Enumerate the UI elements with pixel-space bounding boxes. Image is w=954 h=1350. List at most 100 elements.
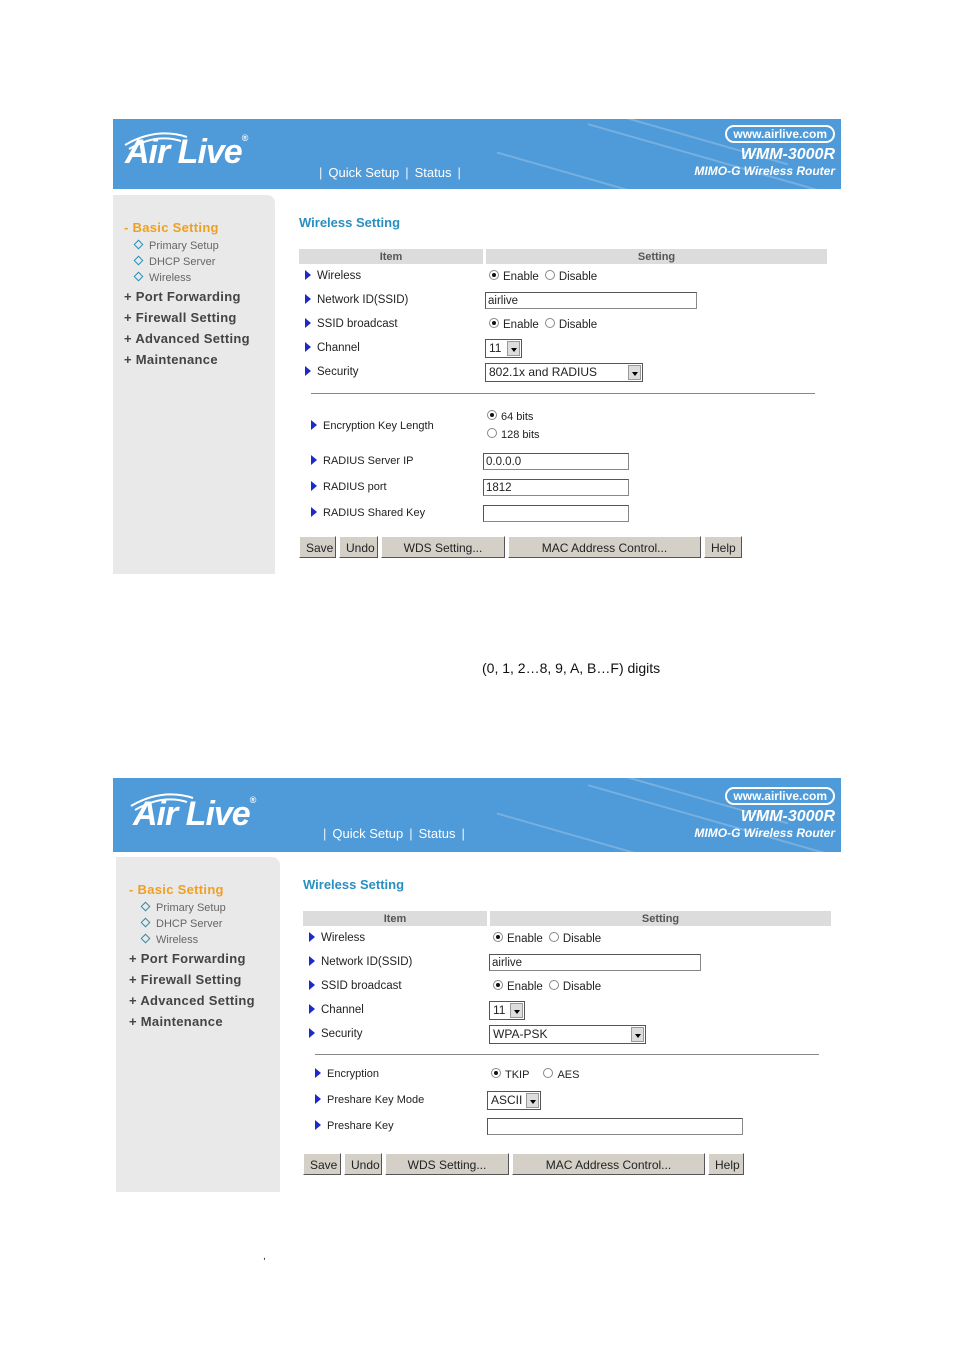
wireless-disable-radio[interactable]: Disable (548, 931, 601, 945)
table-row: Encryption Key Length 64 bits 128 bits (311, 404, 629, 448)
arrow-right-icon (315, 1068, 321, 1078)
table-row: Network ID(SSID) airlive (303, 950, 831, 974)
table-row: Security WPA-PSK (303, 1022, 831, 1046)
broadcast-enable-radio[interactable]: Enable (493, 979, 543, 993)
arrow-right-icon (309, 1004, 315, 1014)
table-row: RADIUS port 1812 (311, 474, 629, 500)
chevron-down-icon (631, 1026, 644, 1042)
sidebar-item-wireless[interactable]: Wireless (116, 932, 280, 948)
radius-port-input[interactable]: 1812 (483, 478, 629, 496)
save-button[interactable]: Save (303, 1153, 341, 1175)
diamond-icon (140, 901, 151, 912)
broadcast-disable-radio[interactable]: Disable (548, 979, 601, 993)
arrow-right-icon (309, 932, 315, 942)
settings-table: Item Setting Wireless Enable Disable Netwo… (303, 911, 831, 1046)
row-label: RADIUS Server IP (323, 455, 414, 467)
security-select[interactable]: WPA-PSK (489, 1024, 646, 1044)
column-header-item: Item (303, 911, 487, 926)
settings-table: Item Setting Wireless Enable Disable Netwo… (299, 249, 827, 384)
channel-select[interactable]: 11 (489, 1000, 525, 1020)
ssid-input[interactable]: airlive (489, 953, 701, 971)
nav-quick-setup[interactable]: Quick Setup (328, 165, 399, 180)
broadcast-enable-radio[interactable]: Enable (489, 317, 539, 331)
arrow-right-icon (305, 366, 311, 376)
sidebar-group-advanced-setting[interactable]: + Advanced Setting (116, 990, 280, 1011)
undo-button[interactable]: Undo (339, 536, 378, 558)
wireless-enable-radio[interactable]: Enable (493, 931, 543, 945)
row-label: Security (317, 366, 359, 378)
arrow-right-icon (315, 1094, 321, 1104)
wds-setting-button[interactable]: WDS Setting... (385, 1153, 509, 1175)
sidebar-group-basic-setting[interactable]: - Basic Setting (116, 879, 280, 900)
sidebar-group-maintenance[interactable]: + Maintenance (113, 349, 275, 370)
column-header-setting: Setting (487, 911, 831, 926)
wds-setting-button[interactable]: WDS Setting... (381, 536, 505, 558)
row-label: Encryption (327, 1068, 379, 1080)
chevron-down-icon (526, 1092, 539, 1108)
wireless-disable-radio[interactable]: Disable (544, 269, 597, 283)
preshare-key-input[interactable] (487, 1117, 743, 1135)
wireless-enable-radio[interactable]: Enable (489, 269, 539, 283)
arrow-right-icon (311, 420, 317, 430)
nav-quick-setup[interactable]: Quick Setup (332, 826, 403, 841)
save-button[interactable]: Save (299, 536, 336, 558)
row-label: RADIUS Shared Key (323, 507, 426, 519)
arrow-right-icon (305, 318, 311, 328)
column-header-item: Item (299, 249, 483, 264)
top-nav: | Quick Setup | Status | (323, 826, 465, 841)
sidebar-group-maintenance[interactable]: + Maintenance (116, 1011, 280, 1032)
row-label: Network ID(SSID) (321, 956, 413, 968)
sidebar-item-dhcp-server[interactable]: DHCP Server (113, 254, 275, 270)
row-label: SSID broadcast (321, 980, 402, 992)
main-content: Wireless Setting Item Setting Wireless En… (303, 877, 833, 1175)
sidebar-group-port-forwarding[interactable]: + Port Forwarding (116, 948, 280, 969)
sidebar-group-firewall-setting[interactable]: + Firewall Setting (116, 969, 280, 990)
sidebar-group-firewall-setting[interactable]: + Firewall Setting (113, 307, 275, 328)
sidebar-item-primary-setup[interactable]: Primary Setup (113, 238, 275, 254)
keylen-64-radio[interactable]: 64 bits (487, 408, 629, 426)
undo-button[interactable]: Undo (344, 1153, 382, 1175)
radius-server-ip-input[interactable]: 0.0.0.0 (483, 452, 629, 470)
table-row: Channel 11 (303, 998, 831, 1022)
model-subtitle: MIMO-G Wireless Router (694, 826, 835, 840)
sidebar-item-dhcp-server[interactable]: DHCP Server (116, 916, 280, 932)
divider (315, 1054, 819, 1055)
arrow-right-icon (305, 342, 311, 352)
wpa-settings-table: Encryption TKIP AES Preshare Key Mode ASC… (315, 1061, 743, 1139)
sidebar-group-port-forwarding[interactable]: + Port Forwarding (113, 286, 275, 307)
preshare-key-mode-select[interactable]: ASCII (487, 1090, 541, 1110)
table-row: Security 802.1x and RADIUS (299, 360, 827, 384)
table-row: Channel 11 (299, 336, 827, 360)
nav-status[interactable]: Status (415, 165, 452, 180)
router-panel-wpa-psk: Air Live® | Quick Setup | Status | www.airli… (113, 778, 841, 1192)
nav-status[interactable]: Status (419, 826, 456, 841)
column-header-setting: Setting (483, 249, 827, 264)
table-row: Preshare Key (315, 1113, 743, 1139)
brand-url: www.airlive.com (725, 787, 835, 805)
ssid-input[interactable]: airlive (485, 291, 697, 309)
broadcast-disable-radio[interactable]: Disable (544, 317, 597, 331)
main-content: Wireless Setting Item Setting Wireless En… (299, 215, 829, 558)
help-button[interactable]: Help (704, 536, 742, 558)
keylen-128-radio[interactable]: 128 bits (487, 426, 629, 444)
sidebar-item-primary-setup[interactable]: Primary Setup (116, 900, 280, 916)
mac-address-control-button[interactable]: MAC Address Control... (508, 536, 701, 558)
arrow-right-icon (309, 1028, 315, 1038)
sidebar-item-wireless[interactable]: Wireless (113, 270, 275, 286)
radius-shared-key-input[interactable] (483, 504, 629, 522)
security-select[interactable]: 802.1x and RADIUS (485, 362, 643, 382)
arrow-right-icon (309, 956, 315, 966)
help-button[interactable]: Help (708, 1153, 744, 1175)
sidebar-group-basic-setting[interactable]: - Basic Setting (113, 217, 275, 238)
encryption-aes-radio[interactable]: AES (543, 1067, 579, 1081)
arrow-right-icon (309, 980, 315, 990)
table-row: Preshare Key Mode ASCII (315, 1087, 743, 1113)
model-name: WMM-3000R (740, 808, 835, 825)
channel-select[interactable]: 11 (485, 338, 522, 358)
router-panel-radius: Air Live® | Quick Setup | Status | www.airli… (113, 119, 841, 574)
row-label: Channel (321, 1004, 364, 1016)
encryption-tkip-radio[interactable]: TKIP (491, 1067, 529, 1081)
mac-address-control-button[interactable]: MAC Address Control... (512, 1153, 705, 1175)
row-label: Network ID(SSID) (317, 294, 409, 306)
sidebar-group-advanced-setting[interactable]: + Advanced Setting (113, 328, 275, 349)
